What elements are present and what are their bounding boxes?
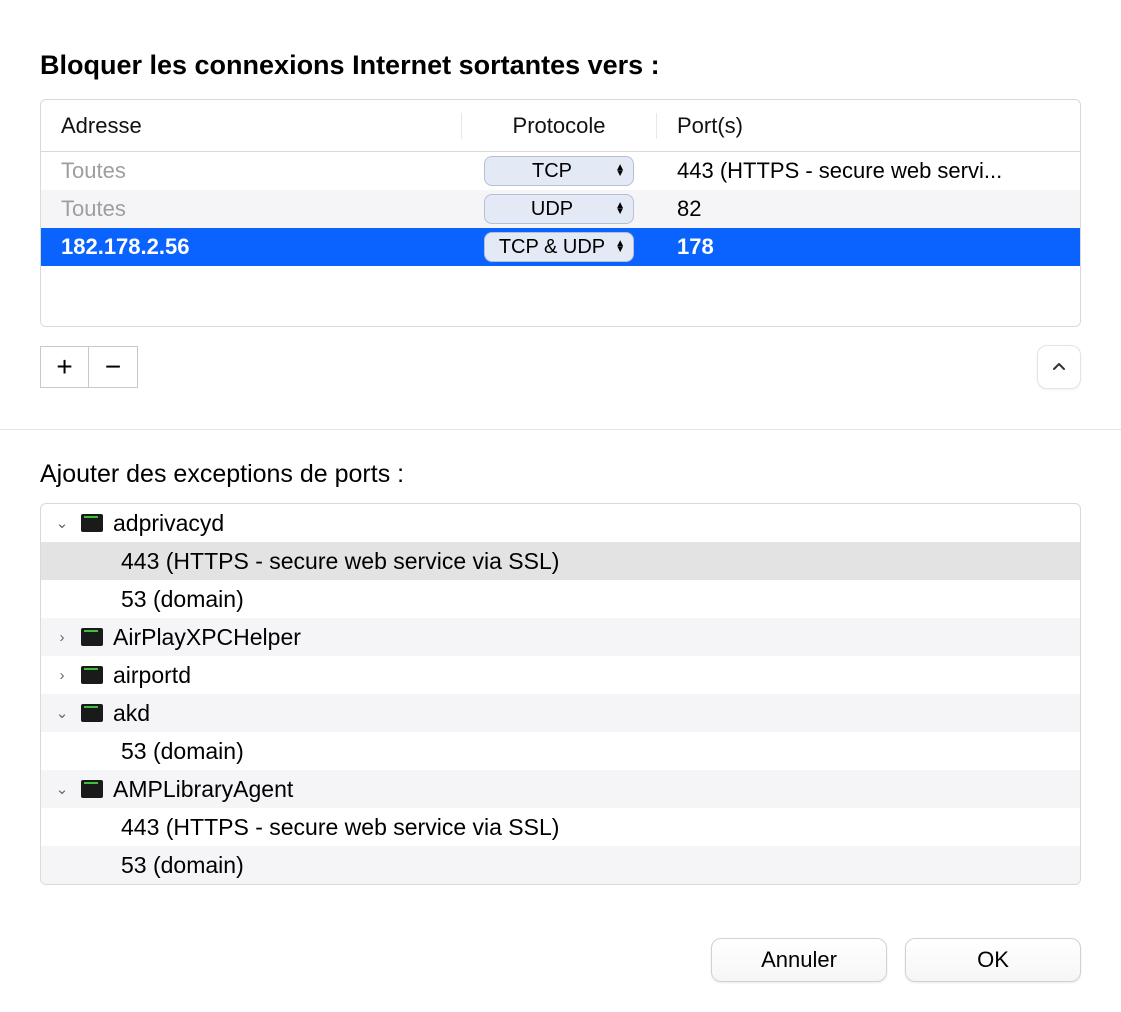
protocol-select-label: TCP & UDP	[499, 236, 605, 259]
add-rule-button[interactable]: +	[41, 347, 89, 387]
block-rules-table: Adresse Protocole Port(s) Toutes TCP ▲▼ 443…	[40, 99, 1081, 327]
tree-port-row[interactable]: 443 (HTTPS - secure web service via SSL)	[41, 808, 1080, 846]
collapse-panel-button[interactable]	[1037, 345, 1081, 389]
tree-app-label: AirPlayXPCHelper	[113, 624, 301, 651]
cell-protocol: TCP & UDP ▲▼	[461, 232, 657, 262]
tree-app-label: adprivacyd	[113, 510, 224, 537]
cell-protocol: TCP ▲▼	[461, 156, 657, 186]
tree-port-label: 443 (HTTPS - secure web service via SSL)	[121, 814, 559, 841]
protocol-select[interactable]: TCP & UDP ▲▼	[484, 232, 634, 262]
tree-port-row[interactable]: 53 (domain)	[41, 846, 1080, 884]
section-divider	[0, 429, 1121, 430]
terminal-app-icon	[81, 704, 103, 722]
protocol-select[interactable]: TCP ▲▼	[484, 156, 634, 186]
stepper-icon: ▲▼	[615, 165, 625, 177]
col-header-address[interactable]: Adresse	[41, 113, 461, 139]
protocol-select-label: UDP	[531, 198, 573, 221]
protocol-select[interactable]: UDP ▲▼	[484, 194, 634, 224]
col-header-protocol[interactable]: Protocole	[461, 113, 657, 139]
tree-app-label: akd	[113, 700, 150, 727]
table-row[interactable]: Toutes UDP ▲▼ 82	[41, 190, 1080, 228]
tree-app-row[interactable]: › AirPlayXPCHelper	[41, 618, 1080, 656]
protocol-select-label: TCP	[532, 160, 572, 183]
stepper-icon: ▲▼	[615, 241, 625, 253]
tree-port-row[interactable]: 443 (HTTPS - secure web service via SSL)	[41, 542, 1080, 580]
remove-rule-button[interactable]: −	[89, 347, 137, 387]
chevron-up-icon	[1051, 359, 1067, 375]
block-outbound-heading: Bloquer les connexions Internet sortante…	[40, 50, 1081, 81]
table-empty-area	[41, 266, 1080, 326]
tree-port-row[interactable]: 53 (domain)	[41, 732, 1080, 770]
tree-app-row[interactable]: ⌄ AMPLibraryAgent	[41, 770, 1080, 808]
cell-address[interactable]: Toutes	[41, 196, 461, 222]
cell-ports[interactable]: 82	[657, 196, 1080, 222]
tree-port-label: 443 (HTTPS - secure web service via SSL)	[121, 548, 559, 575]
tree-port-label: 53 (domain)	[121, 738, 244, 765]
add-remove-group: + −	[40, 346, 138, 388]
terminal-app-icon	[81, 514, 103, 532]
tree-app-row[interactable]: ⌄ akd	[41, 694, 1080, 732]
cell-ports[interactable]: 178	[657, 234, 1080, 260]
stepper-icon: ▲▼	[615, 203, 625, 215]
exceptions-heading: Ajouter des exceptions de ports :	[40, 460, 1081, 489]
cell-address[interactable]: Toutes	[41, 158, 461, 184]
chevron-right-icon[interactable]: ›	[53, 667, 71, 684]
port-exceptions-tree: ⌄ adprivacyd 443 (HTTPS - secure web servi…	[40, 503, 1081, 885]
chevron-down-icon[interactable]: ⌄	[53, 704, 71, 722]
firewall-config-dialog: Bloquer les connexions Internet sortante…	[0, 0, 1121, 1012]
tree-port-label: 53 (domain)	[121, 852, 244, 879]
tree-app-row[interactable]: ⌄ adprivacyd	[41, 504, 1080, 542]
col-header-ports[interactable]: Port(s)	[657, 113, 1080, 139]
cell-protocol: UDP ▲▼	[461, 194, 657, 224]
tree-port-label: 53 (domain)	[121, 586, 244, 613]
cancel-button[interactable]: Annuler	[711, 938, 887, 982]
cell-ports[interactable]: 443 (HTTPS - secure web servi...	[657, 158, 1080, 184]
ok-button[interactable]: OK	[905, 938, 1081, 982]
terminal-app-icon	[81, 780, 103, 798]
terminal-app-icon	[81, 666, 103, 684]
table-row[interactable]: 182.178.2.56 TCP & UDP ▲▼ 178	[41, 228, 1080, 266]
chevron-down-icon[interactable]: ⌄	[53, 514, 71, 532]
dialog-footer: Annuler OK	[40, 898, 1081, 982]
table-header-row: Adresse Protocole Port(s)	[41, 100, 1080, 152]
tree-app-label: AMPLibraryAgent	[113, 776, 293, 803]
cell-address[interactable]: 182.178.2.56	[41, 234, 461, 260]
tree-port-row[interactable]: 53 (domain)	[41, 580, 1080, 618]
tree-app-row[interactable]: › airportd	[41, 656, 1080, 694]
table-row[interactable]: Toutes TCP ▲▼ 443 (HTTPS - secure web servi…	[41, 152, 1080, 190]
tree-app-label: airportd	[113, 662, 191, 689]
terminal-app-icon	[81, 628, 103, 646]
chevron-right-icon[interactable]: ›	[53, 629, 71, 646]
chevron-down-icon[interactable]: ⌄	[53, 780, 71, 798]
